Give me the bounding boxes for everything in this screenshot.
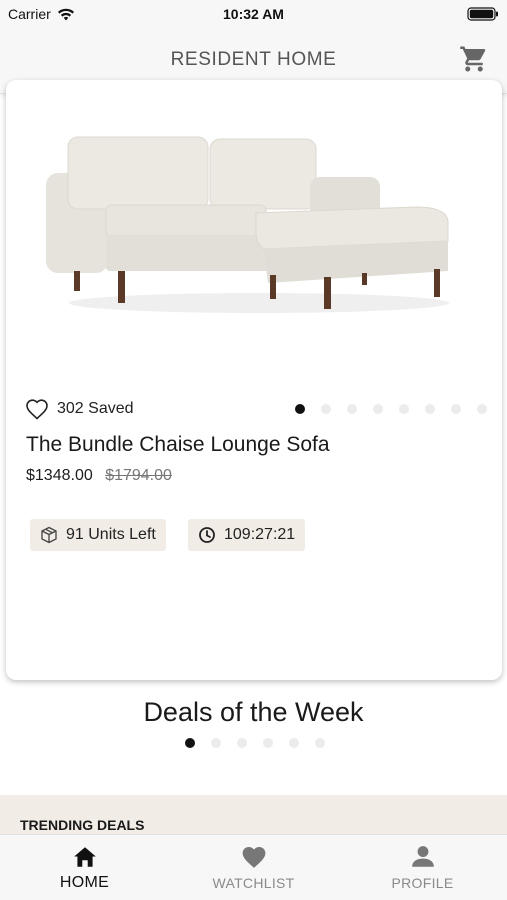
countdown-badge: 109:27:21 <box>188 519 306 551</box>
carousel-dot[interactable] <box>315 738 325 748</box>
carousel-dot[interactable] <box>373 404 383 414</box>
tab-watchlist-label: WATCHLIST <box>212 875 295 891</box>
carousel-dot[interactable] <box>185 738 195 748</box>
tab-home-label: HOME <box>59 874 110 891</box>
carousel-dot[interactable] <box>295 404 305 414</box>
tab-watchlist[interactable]: WATCHLIST <box>169 835 338 900</box>
saved-row[interactable]: 302 Saved <box>25 398 134 420</box>
carousel-dot[interactable] <box>451 404 461 414</box>
sofa-image <box>46 136 449 313</box>
carousel-dot[interactable] <box>347 404 357 414</box>
home-icon <box>73 847 96 867</box>
product-card[interactable]: 302 Saved The Bundle Chaise Lounge Sofa … <box>6 80 502 680</box>
tab-bar: HOME WATCHLIST PROFILE <box>0 834 507 900</box>
cart-icon[interactable] <box>459 44 489 74</box>
clock-icon <box>199 527 215 543</box>
status-time: 10:32 AM <box>223 6 284 22</box>
carousel-dot[interactable] <box>289 738 299 748</box>
carousel-dot[interactable] <box>211 738 221 748</box>
battery-icon <box>467 7 498 21</box>
tab-home[interactable]: HOME <box>0 835 169 900</box>
carousel-dot[interactable] <box>321 404 331 414</box>
trending-deals-section: TRENDING DEALS <box>0 795 507 835</box>
tab-profile-label: PROFILE <box>391 875 454 891</box>
deals-carousel-dots <box>185 738 325 748</box>
status-bar: Carrier 10:32 AM <box>0 0 507 28</box>
image-carousel-dots <box>295 404 487 414</box>
carousel-dot[interactable] <box>477 404 487 414</box>
saved-count: 302 Saved <box>57 400 134 417</box>
heart-outline-icon[interactable] <box>25 398 49 420</box>
carousel-dot[interactable] <box>425 404 435 414</box>
price-row: $1348.00 $1794.00 <box>26 467 172 485</box>
person-icon <box>411 846 434 867</box>
tab-profile[interactable]: PROFILE <box>338 835 507 900</box>
current-price: $1348.00 <box>26 467 93 484</box>
countdown-text: 109:27:21 <box>224 526 296 543</box>
trending-deals-label: TRENDING DEALS <box>20 817 145 833</box>
original-price: $1794.00 <box>105 467 172 484</box>
box-icon <box>41 526 57 544</box>
heart-icon <box>242 847 265 868</box>
units-left-text: 91 Units Left <box>66 526 156 543</box>
product-name: The Bundle Chaise Lounge Sofa <box>26 433 330 456</box>
deals-section-title: Deals of the Week <box>143 697 364 727</box>
carousel-dot[interactable] <box>263 738 273 748</box>
carousel-dot[interactable] <box>237 738 247 748</box>
carousel-dot[interactable] <box>399 404 409 414</box>
units-left-badge: 91 Units Left <box>30 519 166 551</box>
app-title: RESIDENT HOME <box>170 49 337 70</box>
